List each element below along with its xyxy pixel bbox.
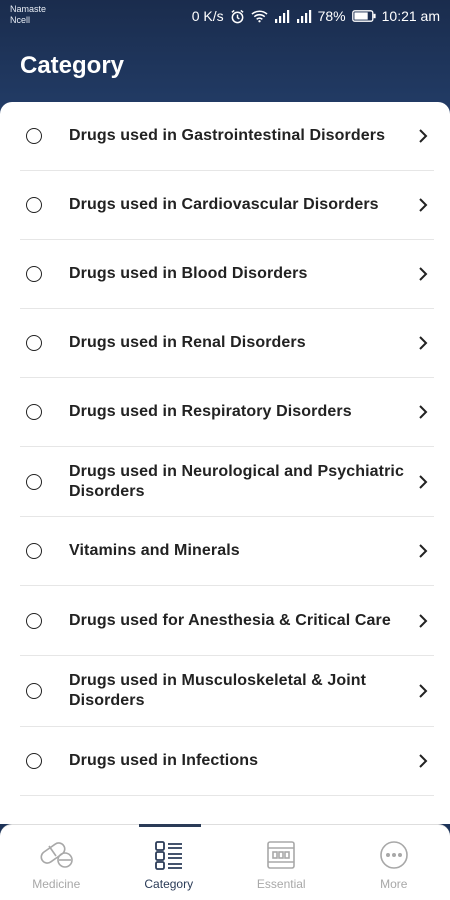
carrier-info: Namaste Ncell — [10, 4, 46, 26]
carrier-line-2: Ncell — [10, 15, 31, 25]
category-label: Drugs used in Gastrointestinal Disorders — [69, 127, 386, 144]
category-label: Drugs used in Neurological and Psychiatr… — [69, 462, 404, 500]
category-item[interactable]: Drugs used in Cardiovascular Disorders — [20, 171, 434, 240]
chevron-right-icon — [419, 613, 428, 628]
pill-icon — [40, 842, 74, 868]
category-label: Vitamins and Minerals — [69, 542, 240, 559]
category-label: Drugs used in Infections — [69, 752, 259, 769]
category-item[interactable]: Drugs used in Gastrointestinal Disorders — [20, 102, 434, 171]
radio-button[interactable] — [26, 197, 42, 213]
chevron-right-icon — [419, 684, 428, 698]
chevron-right-icon — [419, 405, 428, 419]
tab-label: Essential — [256, 877, 306, 891]
tab-label: More — [380, 877, 408, 891]
radio-button[interactable] — [26, 335, 42, 351]
category-label: Drugs used in Blood Disorders — [69, 265, 308, 282]
app-header: Namaste Ncell 0 K/s 78% 10:21 am Categor… — [0, 0, 450, 112]
active-tab-indicator — [138, 824, 201, 827]
more-dots-icon — [379, 841, 408, 869]
radio-button[interactable] — [26, 683, 42, 699]
category-item[interactable]: Drugs used in Neurological and Psychiatr… — [20, 447, 434, 517]
category-item[interactable]: Drugs used in Renal Disorders — [20, 309, 434, 378]
radio-button[interactable] — [26, 753, 42, 769]
bottom-tab-bar: Medicine Category Essential More — [0, 824, 450, 900]
chevron-right-icon — [419, 336, 428, 350]
category-item[interactable]: Drugs used in Blood Disorders — [20, 240, 434, 309]
chevron-right-icon — [419, 474, 428, 489]
category-label: Drugs used in Cardiovascular Disorders — [69, 196, 379, 213]
alarm-icon — [230, 9, 245, 24]
tab-label: Medicine — [32, 877, 81, 891]
status-bar: Namaste Ncell 0 K/s 78% 10:21 am — [0, 0, 450, 32]
radio-button[interactable] — [26, 266, 42, 282]
category-label: Drugs used in Respiratory Disorders — [69, 403, 352, 420]
status-icons: 0 K/s 78% 10:21 am — [192, 6, 440, 26]
category-list-icon — [154, 841, 182, 870]
category-item[interactable]: Drugs used in Musculoskeletal & Joint Di… — [20, 656, 434, 727]
tab-essential[interactable]: Essential — [225, 825, 338, 900]
tab-medicine[interactable]: Medicine — [0, 825, 113, 900]
signal-icon — [274, 9, 290, 23]
network-speed: 0 K/s — [191, 8, 224, 24]
category-label: Drugs used for Anesthesia & Critical Car… — [69, 611, 391, 629]
category-item[interactable]: Drugs used for Anesthesia & Critical Car… — [20, 586, 434, 656]
tab-category[interactable]: Category — [113, 824, 226, 900]
category-label: Drugs used in Musculoskeletal & Joint Di… — [69, 672, 367, 709]
chevron-right-icon — [419, 544, 428, 558]
radio-button[interactable] — [26, 128, 42, 144]
wifi-icon — [251, 9, 268, 23]
chevron-right-icon — [419, 267, 428, 281]
radio-button[interactable] — [26, 612, 42, 629]
carrier-line-1: Namaste — [10, 4, 47, 14]
battery-icon — [351, 10, 376, 22]
category-label: Drugs used in Renal Disorders — [69, 334, 306, 351]
radio-button[interactable] — [26, 404, 42, 420]
chevron-right-icon — [419, 754, 428, 768]
chevron-right-icon — [419, 198, 428, 212]
page-title: Category — [20, 52, 125, 79]
signal-icon-2 — [296, 9, 312, 23]
category-item[interactable]: Vitamins and Minerals — [20, 517, 434, 586]
tab-more[interactable]: More — [338, 825, 450, 900]
category-list: Drugs used in Gastrointestinal Disorders… — [0, 102, 450, 796]
category-item[interactable]: Drugs used in Infections — [20, 727, 434, 796]
radio-button[interactable] — [26, 473, 42, 490]
radio-button[interactable] — [26, 543, 42, 559]
category-sheet: Drugs used in Gastrointestinal Disorders… — [0, 102, 450, 824]
clock: 10:21 am — [381, 8, 440, 24]
battery-percent: 78% — [317, 8, 346, 24]
category-item[interactable]: Drugs used in Respiratory Disorders — [20, 378, 434, 447]
tab-label: Category — [144, 877, 194, 891]
essential-grid-icon — [267, 841, 296, 869]
chevron-right-icon — [419, 129, 428, 143]
